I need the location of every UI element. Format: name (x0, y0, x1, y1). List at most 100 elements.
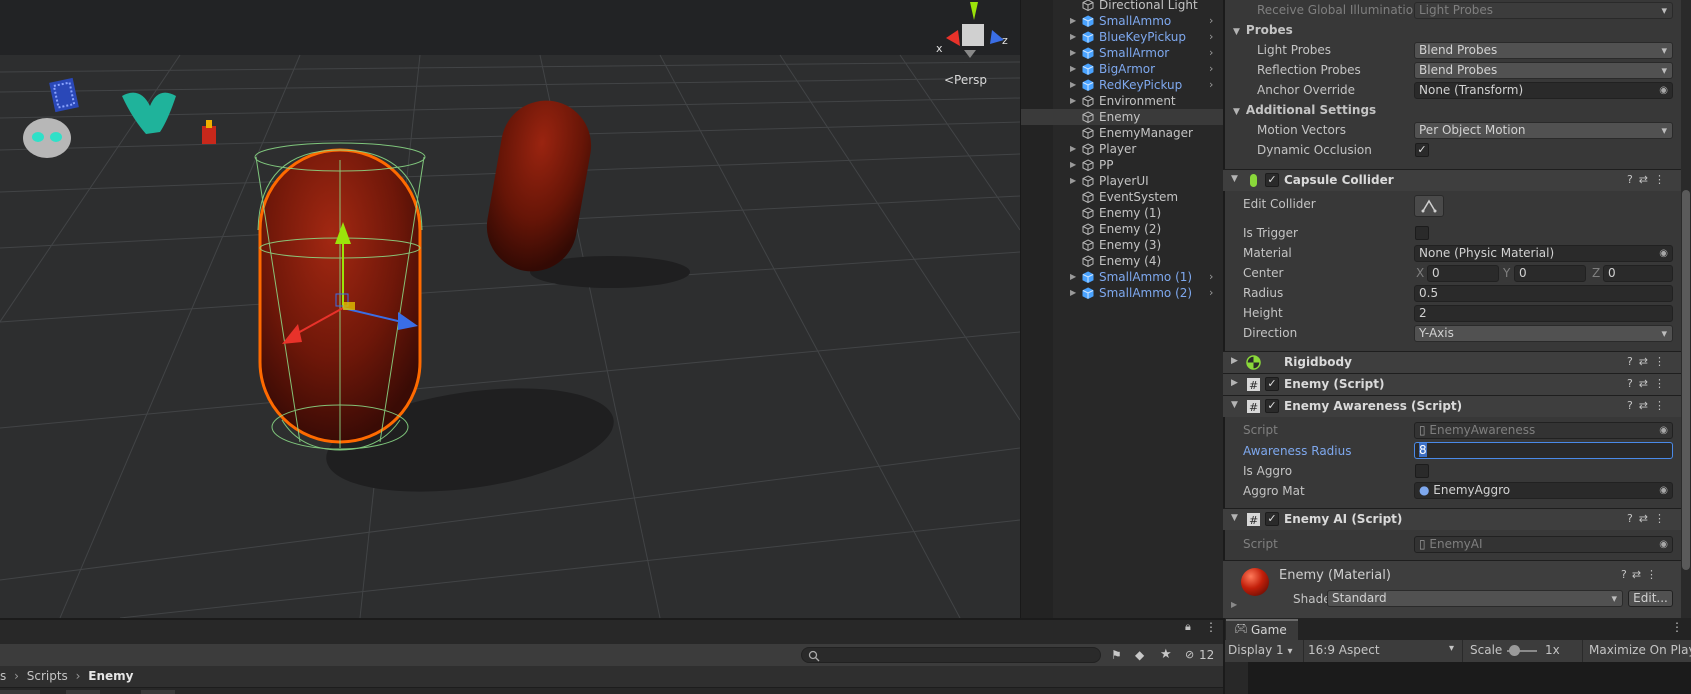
open-prefab-chevron-icon[interactable]: › (1209, 285, 1213, 301)
hierarchy-item[interactable]: ▶ SmallAmmo (1) › (1021, 269, 1223, 285)
open-prefab-chevron-icon[interactable]: › (1209, 13, 1213, 29)
hierarchy-item[interactable]: ▶ Environment (1021, 93, 1223, 109)
hierarchy-item[interactable]: ▶ PlayerUI (1021, 173, 1223, 189)
edit-collider-button[interactable] (1414, 195, 1444, 217)
hierarchy-item[interactable]: Enemy (1021, 109, 1223, 125)
expand-arrow-icon[interactable]: ▶ (1070, 13, 1076, 29)
hierarchy-item[interactable]: Enemy (4) (1021, 253, 1223, 269)
enemy-awareness-enabled-checkbox[interactable]: ✓ (1265, 399, 1279, 413)
center-z-field[interactable]: 0 (1603, 265, 1673, 282)
maximize-on-play-toggle[interactable]: Maximize On Play (1589, 643, 1691, 657)
shader-dropdown[interactable]: Standard (1327, 590, 1623, 607)
hierarchy-item[interactable]: ▶ PP (1021, 157, 1223, 173)
expand-arrow-icon[interactable]: ▶ (1070, 157, 1076, 173)
expand-arrow-icon[interactable]: ▶ (1070, 61, 1076, 77)
breadcrumb-item[interactable]: s (0, 669, 6, 683)
open-prefab-chevron-icon[interactable]: › (1209, 269, 1213, 285)
material-header-icons[interactable]: ?⇄⋮ (1621, 568, 1662, 581)
expand-arrow-icon[interactable]: ▶ (1070, 77, 1076, 93)
hierarchy-item[interactable]: ▶ SmallAmmo (2) › (1021, 285, 1223, 301)
reflection-probes-dropdown[interactable]: Blend Probes (1414, 62, 1673, 79)
material-expand-icon[interactable]: ▶ (1231, 600, 1237, 609)
expand-arrow-icon[interactable]: ▶ (1070, 285, 1076, 301)
selected-enemy-capsule[interactable] (254, 142, 426, 451)
scale-slider-handle[interactable] (1509, 645, 1520, 656)
rigidbody-header[interactable]: ▶ Rigidbody ?⇄⋮ (1223, 351, 1681, 373)
component-header-icons[interactable]: ?⇄⋮ (1627, 512, 1671, 525)
open-prefab-chevron-icon[interactable]: › (1209, 29, 1213, 45)
game-menu-icon[interactable]: ⋮ (1671, 620, 1683, 634)
hierarchy-item[interactable]: ▶ BigArmor › (1021, 61, 1223, 77)
enemy-awareness-header[interactable]: ▼ # ✓ Enemy Awareness (Script) ?⇄⋮ (1223, 395, 1681, 417)
filter-by-label-icon[interactable]: ◆ (1135, 648, 1144, 662)
favorites-star-icon[interactable]: ★ (1160, 647, 1172, 662)
receive-gi-dropdown[interactable]: Light Probes (1414, 2, 1673, 19)
hierarchy-item[interactable]: Enemy (3) (1021, 237, 1223, 253)
expand-arrow-icon[interactable]: ▶ (1070, 141, 1076, 157)
capsule-collider-enabled-checkbox[interactable]: ✓ (1265, 173, 1279, 187)
direction-dropdown[interactable]: Y-Axis (1414, 325, 1673, 342)
expand-arrow-icon[interactable]: ▶ (1070, 173, 1076, 189)
armor-pickup[interactable] (23, 118, 71, 158)
tab-game[interactable]: 🎮︎ Game (1226, 619, 1298, 640)
hierarchy-item[interactable]: ▶ BlueKeyPickup › (1021, 29, 1223, 45)
hierarchy-item[interactable]: ▶ SmallAmmo › (1021, 13, 1223, 29)
component-header-icons[interactable]: ?⇄⋮ (1627, 173, 1671, 186)
physic-material-field[interactable]: None (Physic Material) (1414, 245, 1673, 262)
expand-arrow-icon[interactable]: ▶ (1070, 269, 1076, 285)
asset-tile[interactable] (0, 690, 40, 694)
enemy-script-enabled-checkbox[interactable]: ✓ (1265, 377, 1279, 391)
dynamic-occlusion-checkbox[interactable]: ✓ (1415, 143, 1429, 157)
asset-tile[interactable] (141, 690, 175, 694)
hierarchy-item[interactable]: Directional Light (1021, 0, 1223, 13)
component-header-icons[interactable]: ?⇄⋮ (1627, 377, 1671, 390)
component-header-icons[interactable]: ?⇄⋮ (1627, 355, 1671, 368)
breadcrumb-item-current[interactable]: Enemy (88, 669, 133, 683)
open-prefab-chevron-icon[interactable]: › (1209, 77, 1213, 93)
anchor-override-field[interactable]: None (Transform) (1414, 82, 1673, 99)
game-render-view[interactable] (1248, 662, 1691, 694)
component-header-icons[interactable]: ?⇄⋮ (1627, 399, 1671, 412)
asset-tile[interactable] (66, 690, 100, 694)
display-dropdown[interactable]: Display 1 ▾ (1228, 643, 1293, 657)
hierarchy-item[interactable]: EnemyManager (1021, 125, 1223, 141)
scene-canvas[interactable]: x z (0, 0, 1020, 618)
awareness-radius-field[interactable]: 8 (1414, 442, 1673, 459)
is-trigger-checkbox[interactable] (1415, 226, 1429, 240)
motion-vectors-dropdown[interactable]: Per Object Motion (1414, 122, 1673, 139)
center-y-field[interactable]: 0 (1514, 265, 1586, 282)
enemy-script-header[interactable]: ▶ # ✓ Enemy (Script) ?⇄⋮ (1223, 373, 1681, 395)
hierarchy-item[interactable]: ▶ SmallArmor › (1021, 45, 1223, 61)
material-preview-sphere[interactable] (1241, 568, 1269, 596)
open-prefab-chevron-icon[interactable]: › (1209, 45, 1213, 61)
aggro-mat-field[interactable]: ● EnemyAggro (1414, 482, 1673, 499)
hierarchy-item[interactable]: ▶ RedKeyPickup › (1021, 77, 1223, 93)
lock-icon[interactable]: 🔒︎ (1185, 620, 1191, 634)
hidden-packages-icon[interactable]: ⊘ (1185, 648, 1194, 661)
expand-arrow-icon[interactable]: ▶ (1070, 45, 1076, 61)
hierarchy-item[interactable]: Enemy (2) (1021, 221, 1223, 237)
is-aggro-checkbox[interactable] (1415, 464, 1429, 478)
inspector-scroll-thumb[interactable] (1682, 190, 1690, 570)
probes-foldout[interactable]: ▼ Probes (1233, 23, 1293, 37)
enemy-ai-enabled-checkbox[interactable]: ✓ (1265, 512, 1279, 526)
aspect-dropdown[interactable]: 16:9 Aspect ▾ (1308, 643, 1456, 657)
hierarchy-item[interactable]: Enemy (1) (1021, 205, 1223, 221)
height-field[interactable]: 2 (1414, 305, 1673, 322)
center-x-field[interactable]: 0 (1427, 265, 1499, 282)
scene-view[interactable]: x z <Persp (0, 0, 1020, 618)
breadcrumb-item[interactable]: Scripts (27, 669, 68, 683)
expand-arrow-icon[interactable]: ▶ (1070, 93, 1076, 109)
filter-by-type-icon[interactable]: ⚑ (1111, 648, 1122, 662)
enemy-ai-header[interactable]: ▼ # ✓ Enemy AI (Script) ?⇄⋮ (1223, 508, 1681, 530)
hierarchy-item[interactable]: ▶ Player (1021, 141, 1223, 157)
perspective-toggle[interactable]: <Persp (944, 73, 987, 87)
radius-field[interactable]: 0.5 (1414, 285, 1673, 302)
hierarchy-item[interactable]: EventSystem (1021, 189, 1223, 205)
project-search-input[interactable] (801, 647, 1101, 663)
light-probes-dropdown[interactable]: Blend Probes (1414, 42, 1673, 59)
expand-arrow-icon[interactable]: ▶ (1070, 29, 1076, 45)
panel-menu-icon[interactable]: ⋮ (1205, 620, 1217, 634)
additional-settings-foldout[interactable]: ▼ Additional Settings (1233, 103, 1376, 117)
open-prefab-chevron-icon[interactable]: › (1209, 61, 1213, 77)
